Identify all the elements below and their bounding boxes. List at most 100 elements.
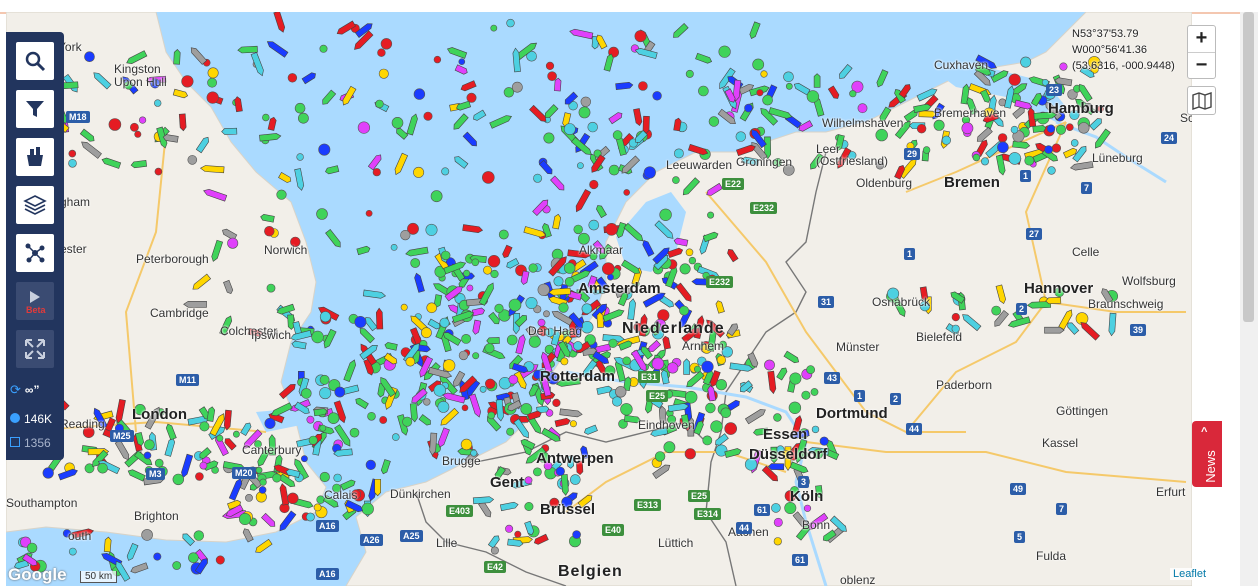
vessel-marker[interactable]	[173, 49, 181, 65]
vessel-marker[interactable]	[708, 116, 720, 127]
vessel-marker[interactable]	[524, 476, 533, 485]
vessel-marker[interactable]	[262, 113, 270, 122]
vessel-marker[interactable]	[193, 530, 205, 541]
vessel-marker[interactable]	[391, 117, 404, 129]
vessel-marker[interactable]	[555, 466, 565, 476]
vessel-marker[interactable]	[108, 118, 122, 131]
vessel-marker[interactable]	[528, 263, 538, 273]
vessel-marker[interactable]	[484, 343, 495, 354]
vessel-marker[interactable]	[442, 359, 456, 372]
vessel-marker[interactable]	[319, 471, 330, 483]
vessel-marker[interactable]	[760, 70, 768, 78]
vessel-marker[interactable]	[367, 411, 376, 421]
vessel-marker[interactable]	[354, 397, 369, 410]
vessel-marker[interactable]	[406, 113, 419, 136]
vessel-marker[interactable]	[349, 427, 360, 438]
vessel-marker[interactable]	[533, 173, 543, 183]
vessel-marker[interactable]	[991, 305, 1002, 316]
vessel-marker[interactable]	[569, 474, 581, 485]
vessel-marker[interactable]	[423, 111, 433, 121]
vessel-marker[interactable]	[577, 162, 584, 169]
vessel-marker[interactable]	[320, 89, 337, 106]
vessel-marker[interactable]	[487, 411, 496, 420]
vessel-marker[interactable]	[239, 512, 252, 525]
vessel-marker[interactable]	[460, 80, 477, 93]
vessel-marker[interactable]	[374, 478, 382, 497]
vessel-marker[interactable]	[234, 96, 243, 113]
vessel-marker[interactable]	[564, 276, 575, 287]
vessel-marker[interactable]	[505, 524, 514, 533]
vessel-marker[interactable]	[622, 356, 632, 366]
vessel-marker[interactable]	[294, 168, 305, 191]
vessel-marker[interactable]	[361, 502, 374, 516]
vessel-marker[interactable]	[287, 73, 298, 83]
vessel-marker[interactable]	[287, 492, 299, 504]
vessel-marker[interactable]	[325, 165, 340, 175]
vessel-marker[interactable]	[580, 96, 591, 108]
vessel-marker[interactable]	[379, 416, 388, 424]
zoom-in-button[interactable]: +	[1188, 26, 1215, 53]
vessel-marker[interactable]	[1010, 125, 1019, 134]
vessel-marker[interactable]	[413, 166, 425, 178]
vessel-marker[interactable]	[698, 85, 709, 97]
vessel-marker[interactable]	[672, 176, 680, 184]
vessel-marker[interactable]	[671, 22, 689, 39]
search-button[interactable]	[16, 42, 54, 80]
vessel-marker[interactable]	[553, 276, 564, 287]
vessel-marker[interactable]	[494, 303, 504, 314]
play-button[interactable]: Beta	[16, 282, 54, 320]
vessel-marker[interactable]	[1046, 124, 1056, 133]
vessel-marker[interactable]	[245, 493, 253, 502]
vessel-marker[interactable]	[365, 209, 373, 217]
vessel-marker[interactable]	[84, 51, 95, 63]
vessel-marker[interactable]	[483, 265, 492, 275]
vessel-marker[interactable]	[857, 103, 868, 114]
vessel-marker[interactable]	[922, 146, 931, 154]
vessel-marker[interactable]	[735, 131, 746, 142]
vessel-marker[interactable]	[511, 81, 523, 93]
vessel-marker[interactable]	[458, 350, 469, 361]
vessel-marker[interactable]	[130, 562, 149, 575]
vessel-marker[interactable]	[543, 310, 550, 318]
vessel-marker[interactable]	[264, 417, 276, 429]
vessel-marker[interactable]	[679, 263, 691, 275]
vessel-marker[interactable]	[508, 298, 522, 312]
vessel-marker[interactable]	[207, 77, 217, 88]
vessel-marker[interactable]	[461, 333, 471, 344]
vessel-marker[interactable]	[803, 504, 812, 512]
vessel-marker[interactable]	[486, 337, 500, 345]
vessel-marker[interactable]	[707, 211, 715, 219]
vessel-marker[interactable]	[608, 111, 624, 125]
vessel-marker[interactable]	[68, 159, 77, 168]
vessel-marker[interactable]	[97, 462, 108, 474]
layers-button[interactable]	[16, 186, 54, 224]
vessel-marker[interactable]	[611, 396, 623, 407]
vessel-marker[interactable]	[718, 45, 731, 58]
vessel-marker[interactable]	[301, 71, 317, 85]
vessel-marker[interactable]	[372, 168, 381, 177]
news-tab[interactable]: ^ News	[1192, 421, 1222, 487]
vessel-marker[interactable]	[572, 530, 581, 539]
vessel-marker[interactable]	[589, 179, 599, 190]
vessel-marker[interactable]	[458, 58, 466, 66]
vessel-marker[interactable]	[215, 555, 225, 565]
vessel-marker[interactable]	[581, 303, 593, 315]
vessel-marker[interactable]	[972, 153, 981, 162]
vessel-marker[interactable]	[333, 473, 342, 483]
vessel-marker[interactable]	[652, 91, 662, 101]
vessel-marker[interactable]	[498, 229, 509, 240]
vessel-marker[interactable]	[543, 132, 555, 144]
vessel-marker[interactable]	[764, 359, 775, 371]
vessel-marker[interactable]	[688, 256, 697, 265]
vessel-marker[interactable]	[189, 46, 208, 65]
vessel-marker[interactable]	[462, 224, 484, 234]
vessel-marker[interactable]	[525, 296, 538, 309]
vessel-marker[interactable]	[437, 400, 450, 413]
vessel-marker[interactable]	[749, 21, 761, 40]
vessel-marker[interactable]	[172, 561, 182, 570]
vessel-marker[interactable]	[615, 81, 634, 91]
vessel-marker[interactable]	[319, 374, 330, 385]
vessel-marker[interactable]	[405, 246, 429, 257]
filter-button[interactable]	[16, 90, 54, 128]
vessel-marker[interactable]	[806, 90, 820, 103]
